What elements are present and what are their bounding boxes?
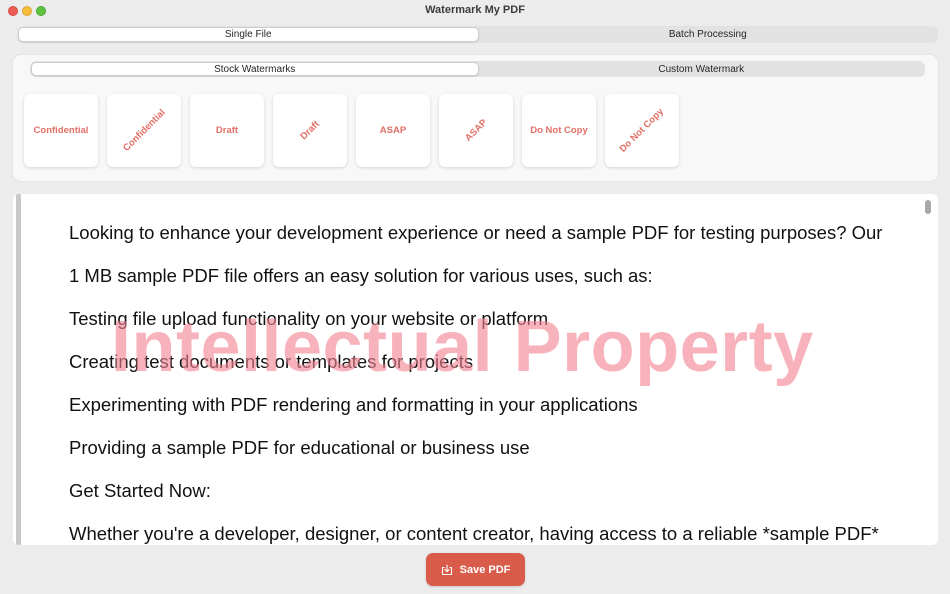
document-line: Whether you're a developer, designer, or…	[69, 523, 879, 544]
watermark-tile-do-not-copy-diagonal[interactable]: Do Not Copy	[605, 94, 679, 167]
tab-batch-processing[interactable]: Batch Processing	[479, 27, 938, 42]
tab-stock-watermarks[interactable]: Stock Watermarks	[31, 62, 479, 76]
watermark-type-segmented-control: Stock Watermarks Custom Watermark	[30, 61, 925, 77]
watermark-tile-label: Draft	[298, 118, 322, 143]
watermark-tile-label: Do Not Copy	[617, 106, 667, 155]
save-download-icon	[441, 563, 453, 576]
watermark-tile-label: ASAP	[379, 125, 407, 136]
watermark-tile-asap[interactable]: ASAP	[356, 94, 430, 167]
watermark-tile-label: Do Not Copy	[530, 125, 588, 136]
watermark-tile-label: Draft	[215, 125, 239, 136]
document-line: Testing file upload functionality on you…	[69, 308, 549, 329]
document-line: Looking to enhance your development expe…	[69, 222, 883, 243]
watermark-tile-draft[interactable]: Draft	[190, 94, 264, 167]
watermark-tile-confidential[interactable]: Confidential	[24, 94, 98, 167]
watermark-tile-asap-diagonal[interactable]: ASAP	[439, 94, 513, 167]
document-line: Get Started Now:	[69, 480, 211, 501]
vertical-scrollbar[interactable]	[925, 200, 931, 214]
window-title: Watermark My PDF	[425, 4, 525, 16]
watermark-tile-label: Confidential	[120, 107, 168, 154]
watermark-tile-confidential-diagonal[interactable]: Confidential	[107, 94, 181, 167]
watermark-tile-do-not-copy[interactable]: Do Not Copy	[522, 94, 596, 167]
tab-custom-watermark[interactable]: Custom Watermark	[479, 62, 925, 76]
watermark-tile-draft-diagonal[interactable]: Draft	[273, 94, 347, 167]
document-line: Experimenting with PDF rendering and for…	[69, 394, 638, 415]
tab-single-file[interactable]: Single File	[18, 27, 479, 42]
mode-segmented-control: Single File Batch Processing	[17, 26, 938, 43]
page-edge	[16, 194, 21, 545]
pdf-preview[interactable]: Looking to enhance your development expe…	[13, 194, 938, 545]
watermark-tile-label: ASAP	[462, 117, 490, 144]
watermark-tile-label: Confidential	[33, 125, 89, 136]
document-line: 1 MB sample PDF file offers an easy solu…	[69, 265, 653, 286]
save-pdf-button[interactable]: Save PDF	[426, 553, 525, 586]
document-line: Creating test documents or templates for…	[69, 351, 474, 372]
save-pdf-label: Save PDF	[459, 563, 511, 576]
document-line: Providing a sample PDF for educational o…	[69, 437, 530, 458]
title-bar: Watermark My PDF	[0, 0, 950, 22]
